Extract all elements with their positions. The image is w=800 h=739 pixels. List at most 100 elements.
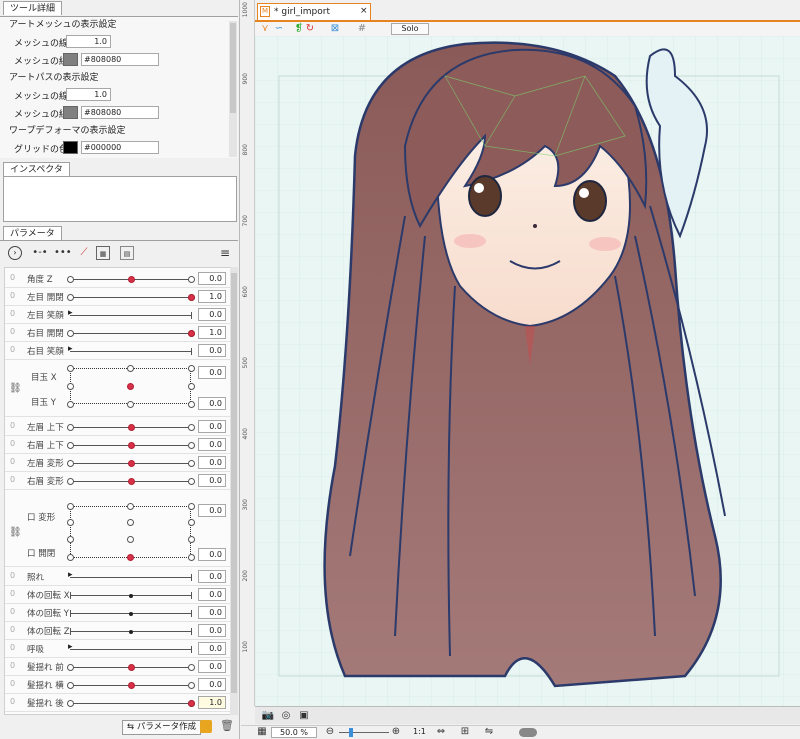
slider-handle[interactable]: ▸ xyxy=(68,344,73,354)
key-point[interactable] xyxy=(188,682,195,689)
tool-details-scrollbar[interactable] xyxy=(229,21,237,157)
tab-inspector[interactable]: インスペクタ xyxy=(3,162,70,176)
parameter-value-input[interactable]: 0.0 xyxy=(198,606,226,619)
parameter-slider-track[interactable] xyxy=(70,297,191,298)
camera-icon[interactable]: 📷 xyxy=(261,709,275,723)
three-keys-icon[interactable]: ••• xyxy=(54,246,72,260)
key-point[interactable] xyxy=(67,330,74,337)
key-point[interactable] xyxy=(188,442,195,449)
eyeball-x-value[interactable]: 0.0 xyxy=(198,366,226,379)
mouth-2d-grid[interactable] xyxy=(70,506,191,558)
grid-color-hex-input[interactable]: #000000 xyxy=(81,141,159,154)
parameter-value-input[interactable]: 0.0 xyxy=(198,570,226,583)
toggle-switch[interactable] xyxy=(519,728,537,737)
mouth-form-value[interactable]: 0.0 xyxy=(198,504,226,517)
key-point[interactable] xyxy=(188,460,195,467)
folder-icon[interactable] xyxy=(200,720,212,733)
deform-path-icon[interactable]: ⋎ xyxy=(259,22,271,36)
fit-view-icon[interactable]: ▦ xyxy=(257,726,267,738)
two-keys-icon[interactable]: •-• xyxy=(32,246,48,260)
slider-handle[interactable] xyxy=(188,294,195,301)
canvas[interactable] xyxy=(255,36,800,706)
parameter-value-input[interactable]: 0.0 xyxy=(198,438,226,451)
mesh-color-hex-input[interactable]: #808080 xyxy=(81,53,159,66)
slider-handle[interactable] xyxy=(127,478,135,485)
slider-handle[interactable] xyxy=(128,612,133,616)
parameter-value-input[interactable]: 0.0 xyxy=(198,456,226,469)
split-view-icon[interactable]: ⊞ xyxy=(459,726,471,738)
video-camera-icon[interactable]: ▣ xyxy=(297,709,311,723)
parameter-slider-track[interactable] xyxy=(70,315,191,316)
parameter-value-input[interactable]: 1.0 xyxy=(198,326,226,339)
key-point[interactable] xyxy=(67,682,74,689)
path-width-input[interactable]: 1.0 xyxy=(66,88,111,101)
parameter-slider-track[interactable] xyxy=(70,351,191,352)
curve-icon[interactable]: ∽ xyxy=(273,22,285,36)
slider-handle[interactable]: ▸ xyxy=(68,308,73,318)
select-mesh-icon[interactable]: ⊠ xyxy=(329,22,341,36)
parameter-scrollbar[interactable] xyxy=(230,267,238,715)
slider-handle[interactable] xyxy=(127,442,135,449)
play-icon[interactable]: › xyxy=(8,246,22,260)
key-point[interactable] xyxy=(67,442,74,449)
close-tab-icon[interactable]: × xyxy=(360,6,368,16)
parameter-value-input[interactable]: 0.0 xyxy=(198,678,226,691)
grid-form-icon[interactable]: ▦ xyxy=(96,246,110,260)
key-point[interactable] xyxy=(67,700,74,707)
parameter-value-input[interactable]: 0.0 xyxy=(198,344,226,357)
parameter-value-input[interactable]: 0.0 xyxy=(198,308,226,321)
slider-handle[interactable] xyxy=(188,330,195,337)
grid-color-swatch[interactable] xyxy=(63,141,78,154)
mesh-color-swatch[interactable] xyxy=(63,53,78,66)
parameter-value-input[interactable]: 0.0 xyxy=(198,588,226,601)
create-parameter-button[interactable]: ⇆ パラメータ作成 xyxy=(122,720,202,735)
key-point[interactable] xyxy=(67,294,74,301)
document-tab[interactable]: M * girl_import × xyxy=(257,3,371,20)
key-point[interactable] xyxy=(188,478,195,485)
grid-icon[interactable]: # xyxy=(355,22,369,36)
parameter-value-input[interactable]: 0.0 xyxy=(198,624,226,637)
slider-handle[interactable]: ▸ xyxy=(68,570,73,580)
parameter-value-input[interactable]: 1.0 xyxy=(198,696,226,709)
mesh-width-input[interactable]: 1.0 xyxy=(66,35,111,48)
key-point[interactable] xyxy=(67,424,74,431)
key-point[interactable] xyxy=(188,424,195,431)
parameter-value-input[interactable]: 0.0 xyxy=(198,420,226,433)
slider-handle[interactable] xyxy=(188,700,195,707)
tab-tool-details[interactable]: ツール詳細 xyxy=(3,1,63,15)
slider-handle[interactable] xyxy=(128,594,133,598)
slider-handle[interactable] xyxy=(127,424,135,431)
slider-handle[interactable]: ▸ xyxy=(68,642,73,652)
slider-handle[interactable] xyxy=(127,460,135,467)
parameter-value-input[interactable]: 0.0 xyxy=(198,642,226,655)
parameter-slider-track[interactable] xyxy=(70,333,191,334)
tab-parameters[interactable]: パラメータ xyxy=(3,226,62,240)
key-point[interactable] xyxy=(188,664,195,671)
flip-view-icon[interactable]: ⇋ xyxy=(483,726,495,738)
key-point[interactable] xyxy=(67,276,74,283)
parameter-value-input[interactable]: 1.0 xyxy=(198,290,226,303)
key-point[interactable] xyxy=(67,478,74,485)
solo-button[interactable]: Solo xyxy=(391,23,429,35)
slider-handle[interactable] xyxy=(128,630,133,634)
slider-handle[interactable] xyxy=(127,664,135,671)
actual-size-button[interactable]: 1:1 xyxy=(413,727,426,736)
mouth-open-value[interactable]: 0.0 xyxy=(198,548,226,561)
delete-keys-icon[interactable]: ⟋ xyxy=(76,246,92,260)
parameter-value-input[interactable]: 0.0 xyxy=(198,660,226,673)
path-color-swatch[interactable] xyxy=(63,106,78,119)
parameter-value-input[interactable]: 0.0 xyxy=(198,474,226,487)
zoom-input[interactable]: 50.0 % xyxy=(271,727,317,738)
zoom-in-icon[interactable]: ⊕ xyxy=(391,725,401,739)
glue-icon[interactable]: ❡ xyxy=(293,22,305,36)
zoom-out-icon[interactable]: ⊖ xyxy=(325,725,335,739)
slider-handle[interactable] xyxy=(127,682,135,689)
reset-icon[interactable]: ↻ xyxy=(305,22,315,36)
parameter-slider-track[interactable] xyxy=(70,577,191,578)
parameter-value-input[interactable]: 0.0 xyxy=(198,272,226,285)
path-color-hex-input[interactable]: #808080 xyxy=(81,106,159,119)
key-point[interactable] xyxy=(67,460,74,467)
menu-icon[interactable]: ≡ xyxy=(218,246,232,260)
slider-handle[interactable] xyxy=(127,276,135,283)
camera-settings-icon[interactable]: ◎ xyxy=(279,709,293,723)
